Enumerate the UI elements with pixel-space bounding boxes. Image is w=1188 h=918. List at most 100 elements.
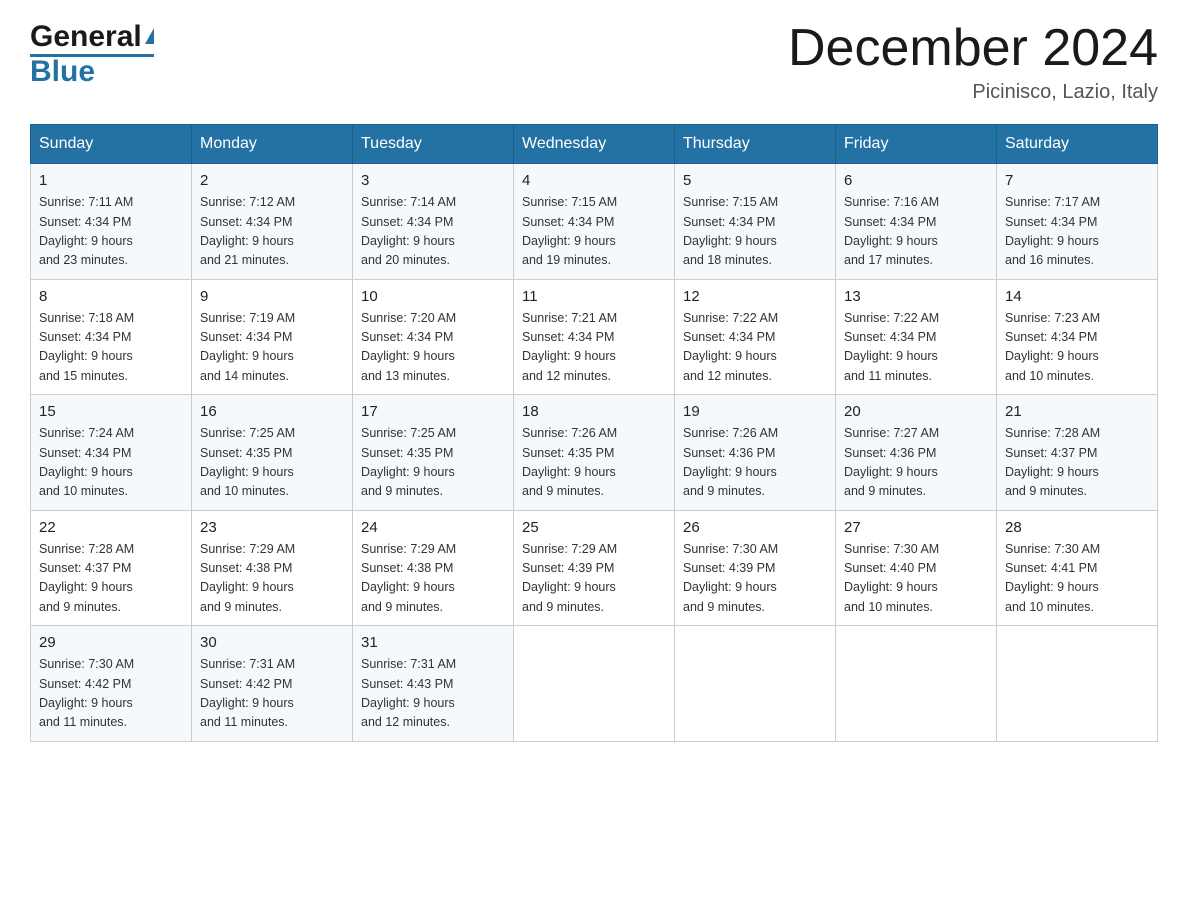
day-number: 13 bbox=[844, 288, 988, 305]
day-info: Sunrise: 7:21 AMSunset: 4:34 PMDaylight:… bbox=[522, 309, 666, 387]
day-info: Sunrise: 7:24 AMSunset: 4:34 PMDaylight:… bbox=[39, 424, 183, 502]
calendar-cell: 26 Sunrise: 7:30 AMSunset: 4:39 PMDayligh… bbox=[675, 510, 836, 626]
calendar-cell: 2 Sunrise: 7:12 AMSunset: 4:34 PMDaylight… bbox=[192, 164, 353, 280]
day-info: Sunrise: 7:31 AMSunset: 4:42 PMDaylight:… bbox=[200, 655, 344, 733]
logo-blue-text: Blue bbox=[30, 57, 95, 87]
day-info: Sunrise: 7:30 AMSunset: 4:41 PMDaylight:… bbox=[1005, 540, 1149, 618]
day-info: Sunrise: 7:14 AMSunset: 4:34 PMDaylight:… bbox=[361, 193, 505, 271]
day-number: 17 bbox=[361, 403, 505, 420]
calendar-cell: 14 Sunrise: 7:23 AMSunset: 4:34 PMDayligh… bbox=[997, 279, 1158, 395]
calendar-cell: 30 Sunrise: 7:31 AMSunset: 4:42 PMDayligh… bbox=[192, 626, 353, 742]
day-number: 26 bbox=[683, 519, 827, 536]
day-info: Sunrise: 7:22 AMSunset: 4:34 PMDaylight:… bbox=[683, 309, 827, 387]
calendar-cell: 1 Sunrise: 7:11 AMSunset: 4:34 PMDaylight… bbox=[31, 164, 192, 280]
calendar-cell: 21Sunrise: 7:28 AMSunset: 4:37 PMDayligh… bbox=[997, 395, 1158, 511]
day-number: 16 bbox=[200, 403, 344, 420]
day-info: Sunrise: 7:25 AMSunset: 4:35 PMDaylight:… bbox=[200, 424, 344, 502]
day-info: Sunrise: 7:27 AMSunset: 4:36 PMDaylight:… bbox=[844, 424, 988, 502]
day-info: Sunrise: 7:30 AMSunset: 4:42 PMDaylight:… bbox=[39, 655, 183, 733]
calendar-cell: 17 Sunrise: 7:25 AMSunset: 4:35 PMDayligh… bbox=[353, 395, 514, 511]
day-number: 1 bbox=[39, 172, 183, 189]
day-number: 4 bbox=[522, 172, 666, 189]
calendar-cell: 19 Sunrise: 7:26 AMSunset: 4:36 PMDayligh… bbox=[675, 395, 836, 511]
day-number: 30 bbox=[200, 634, 344, 651]
calendar-cell: 29 Sunrise: 7:30 AMSunset: 4:42 PMDayligh… bbox=[31, 626, 192, 742]
calendar-cell: 20Sunrise: 7:27 AMSunset: 4:36 PMDayligh… bbox=[836, 395, 997, 511]
day-info: Sunrise: 7:16 AMSunset: 4:34 PMDaylight:… bbox=[844, 193, 988, 271]
day-number: 22 bbox=[39, 519, 183, 536]
calendar-table: Sunday Monday Tuesday Wednesday Thursday… bbox=[30, 124, 1158, 742]
day-info: Sunrise: 7:19 AMSunset: 4:34 PMDaylight:… bbox=[200, 309, 344, 387]
calendar-cell: 9 Sunrise: 7:19 AMSunset: 4:34 PMDaylight… bbox=[192, 279, 353, 395]
calendar-cell: 8Sunrise: 7:18 AMSunset: 4:34 PMDaylight… bbox=[31, 279, 192, 395]
day-info: Sunrise: 7:23 AMSunset: 4:34 PMDaylight:… bbox=[1005, 309, 1149, 387]
calendar-cell bbox=[997, 626, 1158, 742]
calendar-cell: 10 Sunrise: 7:20 AMSunset: 4:34 PMDayligh… bbox=[353, 279, 514, 395]
calendar-cell: 5 Sunrise: 7:15 AMSunset: 4:34 PMDaylight… bbox=[675, 164, 836, 280]
day-number: 25 bbox=[522, 519, 666, 536]
calendar-cell: 18Sunrise: 7:26 AMSunset: 4:35 PMDayligh… bbox=[514, 395, 675, 511]
calendar-cell: 13 Sunrise: 7:22 AMSunset: 4:34 PMDayligh… bbox=[836, 279, 997, 395]
header-monday: Monday bbox=[192, 125, 353, 164]
calendar-cell: 15 Sunrise: 7:24 AMSunset: 4:34 PMDayligh… bbox=[31, 395, 192, 511]
day-number: 8 bbox=[39, 288, 183, 305]
logo-triangle-icon bbox=[145, 28, 154, 44]
location-text: Picinisco, Lazio, Italy bbox=[788, 81, 1158, 104]
week-row-2: 8Sunrise: 7:18 AMSunset: 4:34 PMDaylight… bbox=[31, 279, 1158, 395]
day-number: 2 bbox=[200, 172, 344, 189]
day-info: Sunrise: 7:15 AMSunset: 4:34 PMDaylight:… bbox=[522, 193, 666, 271]
calendar-cell: 3 Sunrise: 7:14 AMSunset: 4:34 PMDaylight… bbox=[353, 164, 514, 280]
day-info: Sunrise: 7:28 AMSunset: 4:37 PMDaylight:… bbox=[39, 540, 183, 618]
calendar-cell: 23Sunrise: 7:29 AMSunset: 4:38 PMDayligh… bbox=[192, 510, 353, 626]
day-info: Sunrise: 7:25 AMSunset: 4:35 PMDaylight:… bbox=[361, 424, 505, 502]
calendar-cell: 25Sunrise: 7:29 AMSunset: 4:39 PMDayligh… bbox=[514, 510, 675, 626]
header-sunday: Sunday bbox=[31, 125, 192, 164]
day-number: 24 bbox=[361, 519, 505, 536]
week-row-3: 15 Sunrise: 7:24 AMSunset: 4:34 PMDayligh… bbox=[31, 395, 1158, 511]
day-info: Sunrise: 7:11 AMSunset: 4:34 PMDaylight:… bbox=[39, 193, 183, 271]
calendar-cell bbox=[675, 626, 836, 742]
day-number: 12 bbox=[683, 288, 827, 305]
day-info: Sunrise: 7:29 AMSunset: 4:38 PMDaylight:… bbox=[361, 540, 505, 618]
title-section: December 2024 Picinisco, Lazio, Italy bbox=[788, 20, 1158, 104]
day-number: 31 bbox=[361, 634, 505, 651]
calendar-cell: 24 Sunrise: 7:29 AMSunset: 4:38 PMDayligh… bbox=[353, 510, 514, 626]
day-number: 28 bbox=[1005, 519, 1149, 536]
day-info: Sunrise: 7:12 AMSunset: 4:34 PMDaylight:… bbox=[200, 193, 344, 271]
day-number: 10 bbox=[361, 288, 505, 305]
logo-general-text: General bbox=[30, 20, 142, 54]
calendar-cell: 22 Sunrise: 7:28 AMSunset: 4:37 PMDayligh… bbox=[31, 510, 192, 626]
month-title: December 2024 bbox=[788, 20, 1158, 77]
day-number: 15 bbox=[39, 403, 183, 420]
header-saturday: Saturday bbox=[997, 125, 1158, 164]
day-number: 19 bbox=[683, 403, 827, 420]
day-number: 9 bbox=[200, 288, 344, 305]
day-info: Sunrise: 7:30 AMSunset: 4:39 PMDaylight:… bbox=[683, 540, 827, 618]
calendar-cell: 11 Sunrise: 7:21 AMSunset: 4:34 PMDayligh… bbox=[514, 279, 675, 395]
day-info: Sunrise: 7:26 AMSunset: 4:35 PMDaylight:… bbox=[522, 424, 666, 502]
day-info: Sunrise: 7:20 AMSunset: 4:34 PMDaylight:… bbox=[361, 309, 505, 387]
day-number: 29 bbox=[39, 634, 183, 651]
day-number: 27 bbox=[844, 519, 988, 536]
header-tuesday: Tuesday bbox=[353, 125, 514, 164]
day-number: 3 bbox=[361, 172, 505, 189]
calendar-cell: 16 Sunrise: 7:25 AMSunset: 4:35 PMDayligh… bbox=[192, 395, 353, 511]
page-header: General Blue December 2024 Picinisco, La… bbox=[30, 20, 1158, 104]
calendar-cell: 31Sunrise: 7:31 AMSunset: 4:43 PMDayligh… bbox=[353, 626, 514, 742]
day-info: Sunrise: 7:15 AMSunset: 4:34 PMDaylight:… bbox=[683, 193, 827, 271]
calendar-cell: 27Sunrise: 7:30 AMSunset: 4:40 PMDayligh… bbox=[836, 510, 997, 626]
day-number: 21 bbox=[1005, 403, 1149, 420]
day-info: Sunrise: 7:26 AMSunset: 4:36 PMDaylight:… bbox=[683, 424, 827, 502]
day-number: 5 bbox=[683, 172, 827, 189]
calendar-cell bbox=[514, 626, 675, 742]
week-row-1: 1 Sunrise: 7:11 AMSunset: 4:34 PMDaylight… bbox=[31, 164, 1158, 280]
calendar-cell: 4 Sunrise: 7:15 AMSunset: 4:34 PMDaylight… bbox=[514, 164, 675, 280]
calendar-cell: 12 Sunrise: 7:22 AMSunset: 4:34 PMDayligh… bbox=[675, 279, 836, 395]
day-number: 14 bbox=[1005, 288, 1149, 305]
day-number: 11 bbox=[522, 288, 666, 305]
header-thursday: Thursday bbox=[675, 125, 836, 164]
logo: General Blue bbox=[30, 20, 154, 87]
day-info: Sunrise: 7:17 AMSunset: 4:34 PMDaylight:… bbox=[1005, 193, 1149, 271]
day-number: 6 bbox=[844, 172, 988, 189]
day-info: Sunrise: 7:22 AMSunset: 4:34 PMDaylight:… bbox=[844, 309, 988, 387]
